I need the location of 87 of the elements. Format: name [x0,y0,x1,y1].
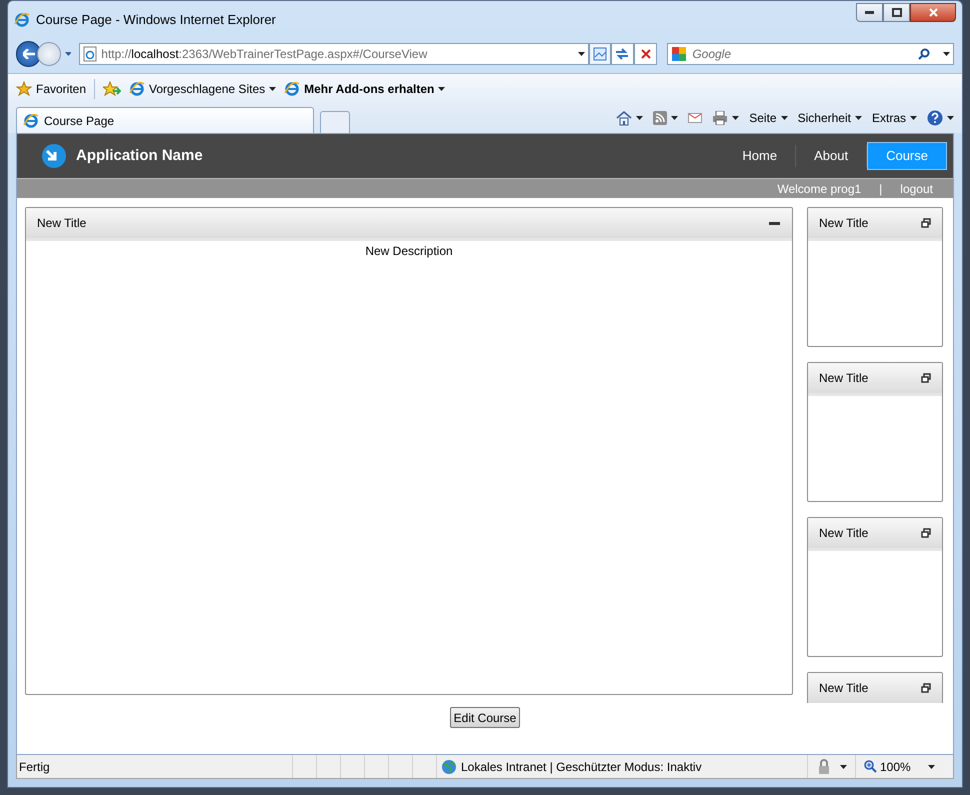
minimize-icon [769,222,780,224]
panel-title: New Title [819,525,868,542]
logo-icon [41,143,67,169]
restore-panel-button[interactable] [921,683,931,693]
restore-icon [921,683,931,693]
caret-icon [910,116,917,120]
panel-title: New Title [819,680,868,697]
restore-panel-button[interactable] [921,373,931,383]
minimize-button[interactable] [856,3,883,22]
caret-icon [780,116,788,120]
help-button[interactable] [927,110,954,126]
envelope-icon [688,113,702,123]
command-menu[interactable]: Sicherheit [798,109,862,127]
compatibility-view-button[interactable] [589,43,611,65]
home-button[interactable] [616,110,644,126]
add-favorite-icon [103,80,122,96]
search-field[interactable]: Google [667,43,954,65]
caret-icon [671,116,678,120]
app-name: Application Name [76,146,203,166]
address-field[interactable]: http://localhost:2363/WebTrainerTestPage.aspx#/CourseView [79,43,590,65]
caret-icon [269,86,276,90]
refresh-icon [615,48,630,60]
globe-icon [441,758,457,774]
caret-icon [636,116,644,120]
dropdown-caret-icon [942,52,950,56]
separator-text: | [879,180,882,198]
window-title: Course Page - Windows Internet Explorer [36,11,276,30]
command-menu[interactable]: Seite [749,109,788,127]
restore-icon [892,8,902,17]
feed-icon [653,111,668,125]
favorites-bar-item[interactable]: Mehr Add-ons erhalten [284,80,446,98]
favorites-bar-item[interactable]: Favoriten [16,80,86,98]
nav-link[interactable]: About [796,142,866,170]
status-text: Fertig [18,758,51,776]
caret-icon [732,116,740,120]
maximize-button[interactable] [883,3,910,22]
search-input[interactable]: Google [692,45,913,63]
close-icon [640,49,651,59]
zoom-icon [864,760,877,773]
printer-icon [712,111,728,125]
home-icon [616,110,632,126]
restore-panel-button[interactable] [921,218,931,228]
zoom-button[interactable]: 100% [855,755,935,778]
minimize-icon [865,11,874,14]
print-button[interactable] [712,111,740,125]
browser-tab[interactable]: Course Page [16,107,314,133]
close-icon [928,8,938,17]
restore-panel-button[interactable] [921,528,931,538]
browser-icon [14,12,30,28]
mail-button[interactable] [688,113,702,123]
close-button[interactable] [910,3,956,22]
nav-link[interactable]: Home [724,142,796,170]
restore-icon [921,373,931,383]
caret-icon [840,764,847,768]
help-icon [927,110,943,126]
search-icon [918,48,930,60]
browser-icon [23,112,39,128]
caret-icon [947,116,954,120]
caret-icon [928,764,935,768]
dropdown-caret-icon [578,52,586,56]
command-menu[interactable]: Extras [872,109,917,127]
caret-icon [64,52,72,56]
browser-icon [129,80,146,96]
caret-icon [854,116,862,120]
back-button[interactable] [16,41,42,67]
panel-title: New Title [819,370,868,387]
stop-button[interactable] [634,43,658,65]
lock-icon [816,758,832,774]
refresh-button[interactable] [610,43,634,65]
star-icon [16,80,32,96]
back-arrow-icon [22,49,35,59]
browser-icon [284,80,300,96]
restore-icon [921,218,931,228]
page-icon [83,46,98,62]
restore-icon [921,528,931,538]
feeds-button[interactable] [653,111,678,125]
search-provider-icon [671,46,688,62]
panel-title: New Title [819,215,868,232]
caret-icon [438,86,446,90]
forward-button[interactable] [37,42,60,66]
security-zone-text: Lokales Intranet | Geschützter Modus: Inaktiv [461,758,702,776]
welcome-text: Welcome prog1 [777,180,862,198]
address-url: http://localhost:2363/WebTrainerTestPage.aspx#/CourseView [101,46,428,63]
panel-title: New Title [37,215,86,232]
panel-description: New Description [364,243,454,260]
favorites-bar-item[interactable]: Vorgeschlagene Sites [129,80,276,98]
edit-course-button[interactable]: Edit Course [450,707,520,728]
